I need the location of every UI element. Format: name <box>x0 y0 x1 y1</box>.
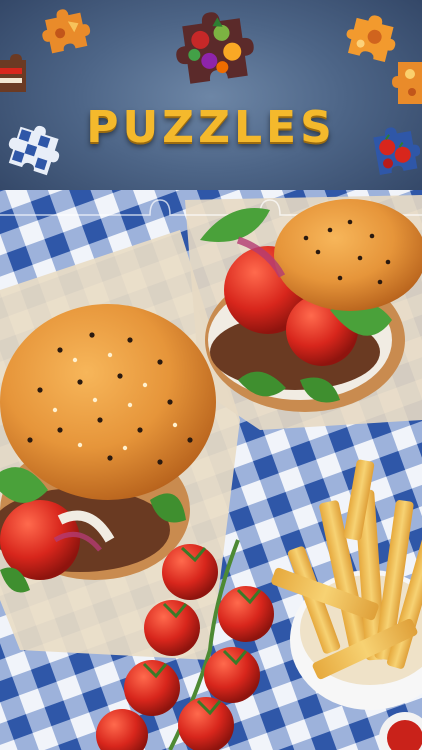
header-banner: PUZZLES <box>0 0 422 215</box>
orange-puzzle-piece-icon[interactable] <box>40 6 92 58</box>
orange-puzzle-piece-right-icon[interactable] <box>344 12 398 66</box>
app-screen: PUZZLES <box>0 0 422 750</box>
burger-puzzle-piece-icon[interactable] <box>0 54 28 98</box>
vegetables-puzzle-piece-icon[interactable] <box>172 8 258 94</box>
burger-puzzle-photo[interactable] <box>0 190 422 750</box>
orange-puzzle-piece-edge-icon[interactable] <box>392 58 422 108</box>
page-title: PUZZLES <box>86 102 336 153</box>
